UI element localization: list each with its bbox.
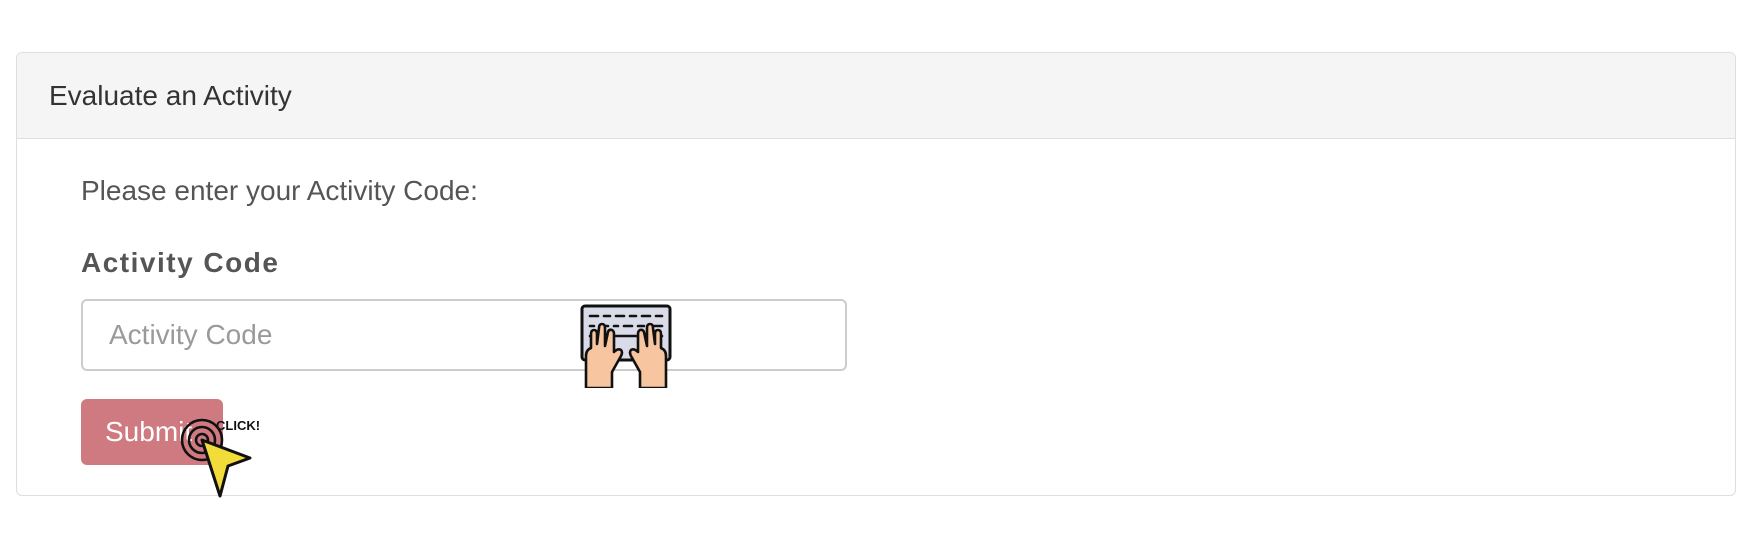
panel-title: Evaluate an Activity xyxy=(49,79,292,111)
activity-code-input[interactable] xyxy=(81,299,847,371)
panel-heading: Evaluate an Activity xyxy=(17,53,1735,139)
instructions-text: Please enter your Activity Code: xyxy=(81,175,478,206)
click-cursor-text: CLICK! xyxy=(216,418,260,433)
evaluate-activity-panel: Evaluate an Activity Please enter your A… xyxy=(16,52,1736,496)
typing-keyboard-icon xyxy=(580,304,672,388)
click-cursor-icon: CLICK! xyxy=(180,418,260,498)
activity-code-label: Activity Code xyxy=(81,247,280,278)
